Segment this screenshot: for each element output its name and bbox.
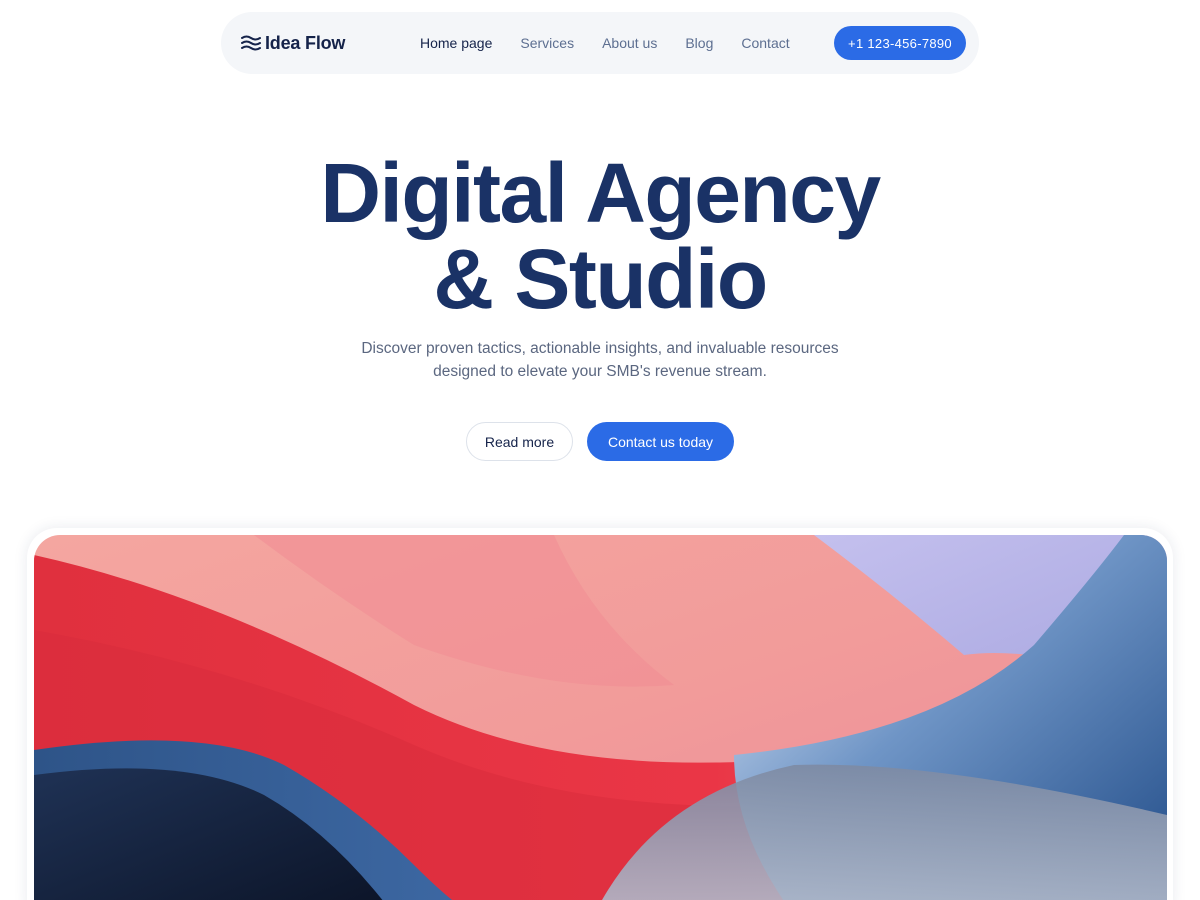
nav-link-services[interactable]: Services: [520, 35, 574, 51]
nav-link-home[interactable]: Home page: [420, 35, 492, 51]
brand-logo[interactable]: Idea Flow: [241, 12, 345, 74]
waves-icon: [241, 34, 261, 52]
cta-row: Read more Contact us today: [0, 422, 1200, 461]
hero-subtitle-line-1: Discover proven tactics, actionable insi…: [361, 340, 839, 357]
hero-subtitle: Discover proven tactics, actionable insi…: [300, 337, 900, 383]
read-more-button[interactable]: Read more: [466, 422, 573, 461]
nav-link-contact[interactable]: Contact: [741, 35, 789, 51]
hero-title-line-2: & Studio: [433, 232, 768, 326]
hero-title-line-1: Digital Agency: [320, 146, 881, 240]
nav-link-blog[interactable]: Blog: [685, 35, 713, 51]
contact-us-button[interactable]: Contact us today: [587, 422, 734, 461]
nav-link-about[interactable]: About us: [602, 35, 657, 51]
nav-links: Home page Services About us Blog Contact: [420, 12, 790, 74]
hero-subtitle-line-2: designed to elevate your SMB's revenue s…: [433, 363, 767, 380]
navbar: Idea Flow Home page Services About us Bl…: [221, 12, 979, 74]
hero-abstract-image: [34, 535, 1167, 900]
brand-name: Idea Flow: [265, 32, 346, 53]
hero-title: Digital Agency & Studio: [0, 150, 1200, 322]
phone-button[interactable]: +1 123-456-7890: [834, 26, 966, 60]
landing-page: Idea Flow Home page Services About us Bl…: [0, 0, 1200, 900]
